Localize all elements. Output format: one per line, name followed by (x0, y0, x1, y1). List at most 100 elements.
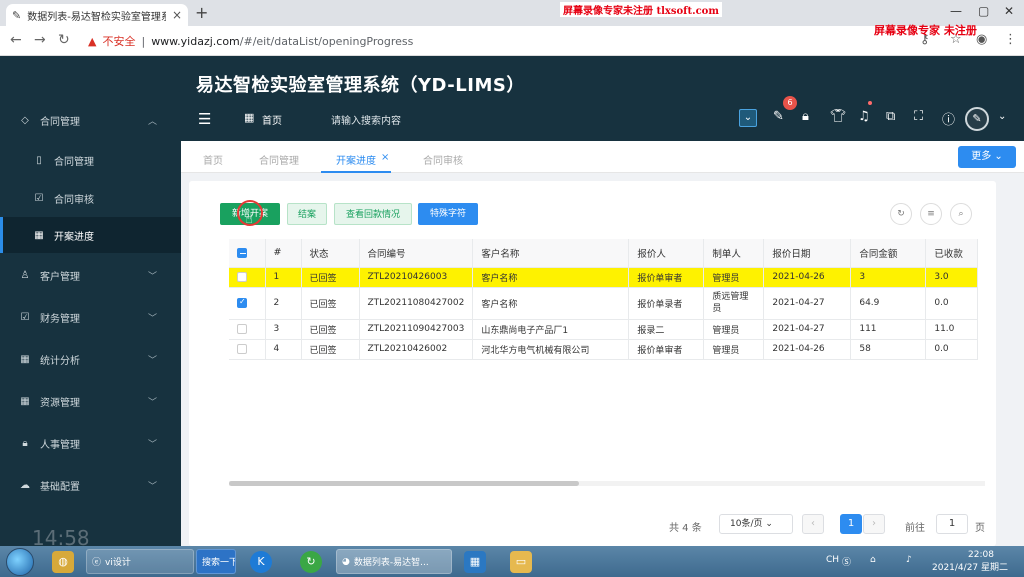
goto-page-input[interactable]: 1 (936, 514, 968, 534)
taskbar-ie[interactable]: ⓔ vi设计 (86, 549, 194, 574)
avatar[interactable]: ✎ (965, 107, 989, 131)
cell-index: 1 (265, 267, 302, 288)
search-icon[interactable]: ⌕ (950, 203, 972, 225)
qq-icon[interactable]: ◍ (52, 551, 74, 573)
table-row[interactable]: 3 已回签 ZTL20211090427003 山东鼎尚电子产品厂1 报录二 管… (229, 319, 979, 340)
maximize-icon[interactable]: ▢ (978, 4, 989, 18)
tab-contract-audit[interactable]: 合同审核 (423, 152, 463, 167)
network-icon[interactable]: ⌂ (870, 555, 876, 565)
sidebar-item-hr[interactable]: 🔒︎ 人事管理 ﹀ (0, 425, 181, 461)
grid-icon: ▦ (34, 229, 44, 241)
header-search-input[interactable]: 请输入搜索内容 (331, 112, 401, 127)
menu-dots-icon[interactable]: ⋮ (1004, 32, 1017, 47)
cell-date: 2021-04-27 (763, 319, 852, 340)
cell-quoter: 报价单审者 (628, 339, 705, 360)
input-language[interactable]: CH (826, 555, 839, 565)
lock-icon[interactable]: 🔒︎ (802, 109, 809, 124)
table-row[interactable]: 1 已回签 ZTL20210426003 客户名称 报价单审者 管理员 2021… (229, 267, 979, 288)
sidebar-item-resources[interactable]: ▦ 资源管理 ﹀ (0, 383, 181, 419)
url-path: /#/eit/dataList/openingProgress (239, 34, 414, 48)
chevron-down-icon[interactable]: ⌄ (998, 111, 1006, 122)
recorder-watermark: 屏幕录像专家未注册 tlxsoft.com (560, 2, 722, 17)
data-table: # 状态 合同编号 客户名称 报价人 制单人 报价日期 合同金额 已收款 1 已… (229, 239, 979, 360)
sync-app-icon[interactable]: ↻ (300, 551, 322, 573)
reload-icon[interactable]: ↻ (58, 32, 70, 48)
tab-close-icon[interactable]: × (381, 152, 389, 163)
active-tab-indicator (321, 171, 391, 173)
search-button[interactable]: 搜索一下 (196, 549, 236, 574)
cell-index: 3 (265, 319, 302, 340)
cell-received: 0.0 (925, 339, 979, 360)
cell-status: 已回签 (301, 267, 360, 288)
close-tab-icon[interactable]: × (172, 8, 182, 22)
page-size-select[interactable]: 10条/页 ⌄ (719, 514, 793, 534)
page-tabs: 首页 合同管理 开案进度 × 合同审核 更多 ⌄ (181, 141, 1024, 173)
forward-icon[interactable]: → (34, 32, 46, 48)
prev-page-icon[interactable]: ‹ (802, 514, 824, 534)
translate-icon[interactable]: ⧉ (886, 109, 895, 124)
input-method-icon[interactable]: Ⓢ (842, 555, 851, 568)
sidebar-item-base-config[interactable]: ☁ 基础配置 ﹀ (0, 467, 181, 503)
profile-icon[interactable]: ◉ (976, 32, 987, 47)
dropdown-box-icon[interactable]: ⌄ (739, 109, 757, 127)
fullscreen-icon[interactable]: ⛶ (914, 109, 923, 124)
shirt-icon[interactable]: 👕︎ (830, 109, 847, 124)
home-link[interactable]: 首页 (262, 112, 282, 127)
close-window-icon[interactable]: ✕ (1004, 4, 1014, 18)
horizontal-scrollbar[interactable] (229, 481, 579, 486)
info-icon[interactable]: ⓘ (942, 109, 955, 128)
volume-icon[interactable]: ♪ (906, 555, 912, 565)
start-button[interactable] (6, 548, 34, 576)
k-app-icon[interactable]: K (250, 551, 272, 573)
cell-customer: 河北华方电气机械有限公司 (472, 339, 630, 360)
row-checkbox[interactable] (229, 267, 266, 288)
close-case-button[interactable]: 结案 (287, 203, 327, 225)
sidebar-item-contract-manage[interactable]: ▯ 合同管理 (0, 142, 181, 178)
sidebar-item-label: 统计分析 (40, 355, 80, 367)
browser-tab[interactable]: ✎ 数据列表-易达智检实验室管理系 × (6, 4, 188, 26)
app-grid-icon[interactable]: ▦ (464, 551, 486, 573)
folder-icon[interactable]: ▭ (510, 551, 532, 573)
next-page-icon[interactable]: › (863, 514, 885, 534)
sidebar-item-label: 人事管理 (40, 439, 80, 451)
app-title: 易达智检实验室管理系统（YD-LIMS） (196, 75, 525, 96)
select-all-checkbox[interactable] (229, 239, 266, 268)
row-checkbox[interactable] (229, 339, 266, 360)
hamburger-menu-icon[interactable]: ☰ (198, 110, 211, 128)
col-customer: 客户名称 (472, 239, 630, 268)
tab-home[interactable]: 首页 (203, 152, 223, 167)
cell-contract-no: ZTL20210426002 (359, 339, 474, 360)
taskbar-chrome[interactable]: ◕ 数据列表-易达智... (336, 549, 452, 574)
sidebar-item-contract-group[interactable]: ◇ 合同管理 ︿ (0, 102, 181, 138)
cell-amount: 58 (850, 339, 927, 360)
cloud-icon: ☁ (20, 479, 30, 491)
table-row[interactable]: 2 已回签 ZTL20211080427002 客户名称 报价单录者 质远管理员… (229, 287, 979, 320)
warning-icon: ▲ (88, 34, 97, 48)
url-field[interactable]: ▲ 不安全 | www.yidazj.com/#/eit/dataList/op… (88, 33, 413, 49)
col-index: # (265, 239, 302, 268)
more-button[interactable]: 更多 ⌄ (958, 146, 1016, 168)
back-icon[interactable]: ← (10, 32, 22, 48)
minimize-icon[interactable]: — (950, 4, 962, 18)
table-row[interactable]: 4 已回签 ZTL20210426002 河北华方电气机械有限公司 报价单审者 … (229, 339, 979, 360)
sidebar-item-customers[interactable]: ♙ 客户管理 ﹀ (0, 257, 181, 293)
view-payments-button[interactable]: 查看回款情况 (334, 203, 412, 225)
sidebar-item-label: 客户管理 (40, 271, 80, 283)
edit-box-icon[interactable]: ✎ (773, 109, 784, 124)
cell-index: 4 (265, 339, 302, 360)
tab-contract-manage[interactable]: 合同管理 (259, 152, 299, 167)
columns-icon[interactable]: ≡ (920, 203, 942, 225)
sidebar-item-contract-audit[interactable]: ☑ 合同审核 (0, 180, 181, 216)
sidebar-item-finance[interactable]: ☑ 财务管理 ﹀ (0, 299, 181, 335)
current-page-button[interactable]: 1 (840, 514, 862, 534)
row-checkbox[interactable] (229, 287, 266, 320)
tab-opening-progress[interactable]: 开案进度 (336, 152, 376, 167)
row-checkbox[interactable] (229, 319, 266, 340)
special-chars-button[interactable]: 特殊字符 (418, 203, 478, 225)
taskbar-clock[interactable]: 22:08 2021/4/27 星期二 (932, 549, 1008, 575)
bell-icon[interactable]: ♫ (858, 109, 870, 124)
sidebar-item-opening-progress[interactable]: ▦ 开案进度 (0, 217, 181, 253)
new-tab-button[interactable]: + (195, 3, 208, 22)
sidebar-item-statistics[interactable]: ▦ 统计分析 ﹀ (0, 341, 181, 377)
refresh-icon[interactable]: ↻ (890, 203, 912, 225)
